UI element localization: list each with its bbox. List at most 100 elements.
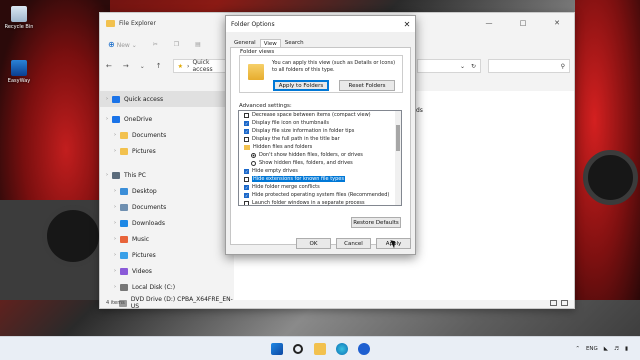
sidebar-item-label: Pictures [132,147,156,155]
advanced-setting-label: Hide folder merge conflicts [252,184,320,190]
advanced-setting-label: Hide protected operating system files (R… [252,192,390,198]
advanced-setting-row[interactable]: ✓ Hide empty drives [239,167,401,175]
checkbox[interactable]: ✓ [244,168,249,174]
advanced-setting-row[interactable]: ✓ Hide protected operating system files (… [239,191,401,199]
search-icon[interactable] [293,344,303,354]
tab-general[interactable]: General [230,38,260,47]
sidebar-item[interactable]: › Documents [100,199,234,215]
close-icon[interactable]: ✕ [399,20,415,29]
recycle-bin-icon [11,6,27,22]
battery-icon[interactable]: ▮ [625,346,628,352]
advanced-settings-list[interactable]: Decrease space between items (compact vi… [238,110,402,206]
skype-icon[interactable] [358,343,370,355]
chevron-right-icon[interactable]: › [102,172,112,178]
radio-button[interactable] [251,160,256,166]
close-icon[interactable]: ✕ [540,19,574,27]
chevron-right-icon[interactable]: › [110,220,120,226]
chevron-right-icon[interactable]: › [102,116,112,122]
chevron-right-icon[interactable]: › [110,132,120,138]
chevron-down-icon[interactable]: ⌄ [140,63,145,70]
checkbox[interactable] [244,200,249,205]
desktop-icon-recycle-bin[interactable]: Recycle Bin [0,6,39,30]
refresh-icon[interactable]: ↻ [471,63,476,70]
forward-icon[interactable]: → [123,62,129,70]
checkbox[interactable] [244,112,249,118]
folder-options-dialog: Folder Options ✕ General View Search You… [225,15,416,255]
scrollbar[interactable] [395,111,401,205]
sidebar-item[interactable]: › OneDrive [100,111,234,127]
chevron-right-icon[interactable]: › [110,236,120,242]
advanced-setting-row[interactable]: Display the full path in the title bar [239,135,401,143]
file-explorer-icon[interactable] [314,343,326,355]
minimize-icon[interactable]: — [472,19,506,27]
address-box-right[interactable]: ⌄ ↻ [417,59,481,73]
checkbox[interactable]: ✓ [244,192,249,198]
chevron-down-icon[interactable]: ⌄ [460,63,465,70]
advanced-setting-row[interactable]: ✓ Hide folder merge conflicts [239,183,401,191]
advanced-setting-row[interactable]: Decrease space between items (compact vi… [239,111,401,119]
chevron-right-icon[interactable]: › [110,284,120,290]
dialog-tabs: General View Search [226,36,415,48]
checkbox[interactable] [244,176,249,182]
advanced-setting-row[interactable]: ✓ Display file icon on thumbnails [239,119,401,127]
advanced-setting-row[interactable]: Show hidden files, folders, and drives [239,159,401,167]
sidebar-item[interactable]: › Downloads [100,215,234,231]
maximize-icon[interactable]: □ [506,19,540,27]
sidebar-item[interactable]: › Local Disk (C:) [100,279,234,295]
advanced-setting-row[interactable]: Launch folder windows in a separate proc… [239,199,401,205]
advanced-setting-row[interactable]: Hidden files and folders [239,143,401,151]
checkbox[interactable] [244,136,249,142]
checkbox[interactable]: ✓ [244,120,249,126]
scrollbar-thumb[interactable] [396,125,400,151]
paste-icon[interactable]: ▤ [195,41,201,48]
checkbox[interactable]: ✓ [244,128,249,134]
chevron-right-icon[interactable]: › [102,96,112,102]
chevron-right-icon[interactable]: › [110,204,120,210]
new-button[interactable]: ⊕ New ⌄ [108,40,137,49]
chevron-up-icon[interactable]: ⌃ [575,346,580,352]
sidebar-item[interactable]: › Pictures [100,247,234,263]
advanced-setting-row[interactable]: Don't show hidden files, folders, or dri… [239,151,401,159]
chevron-right-icon[interactable]: › [110,148,120,154]
sidebar-item[interactable]: › Quick access [100,91,234,107]
language-indicator[interactable]: ENG [586,346,598,352]
restore-defaults-button[interactable]: Restore Defaults [351,217,401,228]
chevron-right-icon[interactable]: › [110,252,120,258]
cut-icon[interactable]: ✂ [153,41,158,48]
ok-button[interactable]: OK [296,238,331,249]
reset-folders-button[interactable]: Reset Folders [339,80,395,91]
star-icon [112,95,120,103]
folder-icon [106,19,115,27]
search-input[interactable]: ⚲ [488,59,570,73]
wifi-icon[interactable]: ◣ [604,346,608,352]
start-icon[interactable] [271,343,283,355]
apply-to-folders-button[interactable]: Apply to Folders [273,80,329,91]
taskbar: ⌃ ENG ◣ ♬ ▮ [0,336,640,360]
copy-icon[interactable]: ❐ [174,41,179,48]
edge-icon[interactable] [336,343,348,355]
chevron-right-icon[interactable]: › [110,268,120,274]
volume-icon[interactable]: ♬ [614,346,619,352]
address-box[interactable]: ★ › Quick access [172,59,231,73]
tiles-view-icon[interactable] [561,300,568,306]
checkbox[interactable]: ✓ [244,184,249,190]
sidebar-item[interactable]: › Videos [100,263,234,279]
sidebar-item[interactable]: › This PC [100,167,234,183]
advanced-setting-label: Display the full path in the title bar [252,136,340,142]
chevron-right-icon[interactable]: › [110,188,120,194]
tab-search[interactable]: Search [281,38,308,47]
up-icon[interactable]: ↑ [156,62,162,70]
sidebar-item[interactable]: › Pictures [100,143,234,159]
desktop-icon-easyway[interactable]: EasyWay [0,60,39,84]
sidebar-item[interactable]: › Documents [100,127,234,143]
sidebar-item[interactable]: › Desktop [100,183,234,199]
advanced-setting-row[interactable]: ✓ Display file size information in folder… [239,127,401,135]
radio-button[interactable] [251,152,256,158]
advanced-setting-row[interactable]: Hide extensions for known file types [239,175,401,183]
advanced-setting-label: Show hidden files, folders, and drives [259,160,353,166]
sidebar-item[interactable]: › Music [100,231,234,247]
back-icon[interactable]: ← [106,62,112,70]
details-view-icon[interactable] [550,300,557,306]
plus-icon: ⊕ [108,39,115,49]
cancel-button[interactable]: Cancel [336,238,371,249]
